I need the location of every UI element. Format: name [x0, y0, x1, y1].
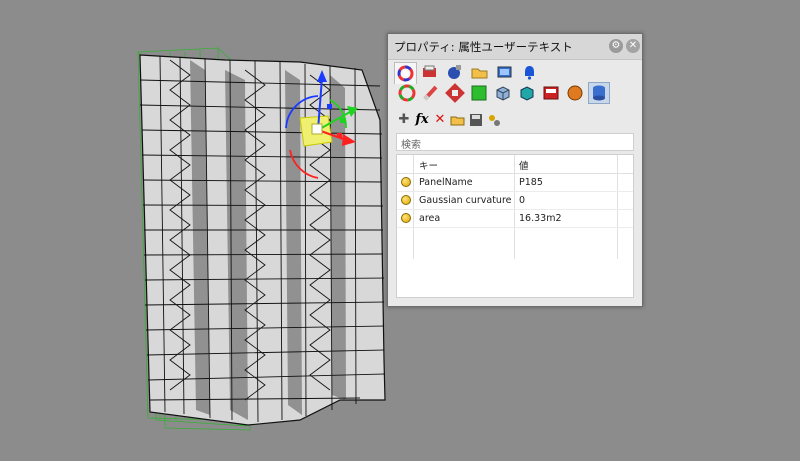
table-row[interactable]: PanelName P185	[397, 174, 633, 192]
close-icon[interactable]: ✕	[626, 39, 640, 53]
row-key: PanelName	[419, 177, 473, 188]
sphere-icon[interactable]	[564, 82, 586, 104]
user-text-toolbar: ✚ fx ✕	[396, 112, 516, 130]
cube-icon[interactable]	[492, 82, 514, 104]
row-value[interactable]: 0	[519, 195, 525, 206]
add-icon[interactable]: ✚	[396, 112, 412, 128]
table-row[interactable]: Gaussian curvature 0	[397, 192, 633, 210]
attribute-dot-icon	[401, 213, 411, 223]
attribute-dot-icon	[401, 195, 411, 205]
panel-title: プロパティ: 属性ユーザーテキスト	[394, 40, 573, 54]
row-key: area	[419, 213, 441, 224]
delete-icon[interactable]: ✕	[432, 112, 448, 128]
row-value[interactable]: 16.33m2	[519, 213, 562, 224]
open-folder-icon[interactable]	[450, 112, 466, 128]
save-icon[interactable]	[468, 112, 484, 128]
green-square-icon[interactable]	[468, 82, 490, 104]
gear-icon[interactable]: ⚙	[609, 39, 623, 53]
attribute-dot-icon	[401, 177, 411, 187]
red-box-icon[interactable]	[540, 82, 562, 104]
panel-title-bar[interactable]: プロパティ: 属性ユーザーテキスト ⚙ ✕	[388, 34, 642, 60]
table-header: キー 値	[397, 155, 633, 174]
properties-panel: プロパティ: 属性ユーザーテキスト ⚙ ✕ ✚ fx ✕ 検索 キー 値 Pan…	[387, 33, 643, 307]
section-icons	[396, 81, 636, 107]
column-header-key[interactable]: キー	[419, 158, 438, 172]
teal-box-icon[interactable]	[516, 82, 538, 104]
pencil-icon[interactable]	[420, 82, 442, 104]
user-text-table: キー 値 PanelName P185 Gaussian curvature 0…	[396, 154, 634, 298]
settings-icon[interactable]	[486, 112, 502, 128]
table-row[interactable]: area 16.33m2	[397, 210, 633, 228]
color-wheel-icon[interactable]	[396, 82, 418, 104]
row-key: Gaussian curvature	[419, 195, 512, 206]
search-placeholder: 検索	[401, 140, 421, 151]
row-value[interactable]: P185	[519, 177, 543, 188]
column-header-value[interactable]: 値	[519, 158, 529, 172]
database-icon[interactable]	[588, 82, 610, 104]
search-input[interactable]: 検索	[396, 133, 634, 151]
function-icon[interactable]: fx	[414, 112, 430, 128]
link-icon[interactable]	[444, 82, 466, 104]
